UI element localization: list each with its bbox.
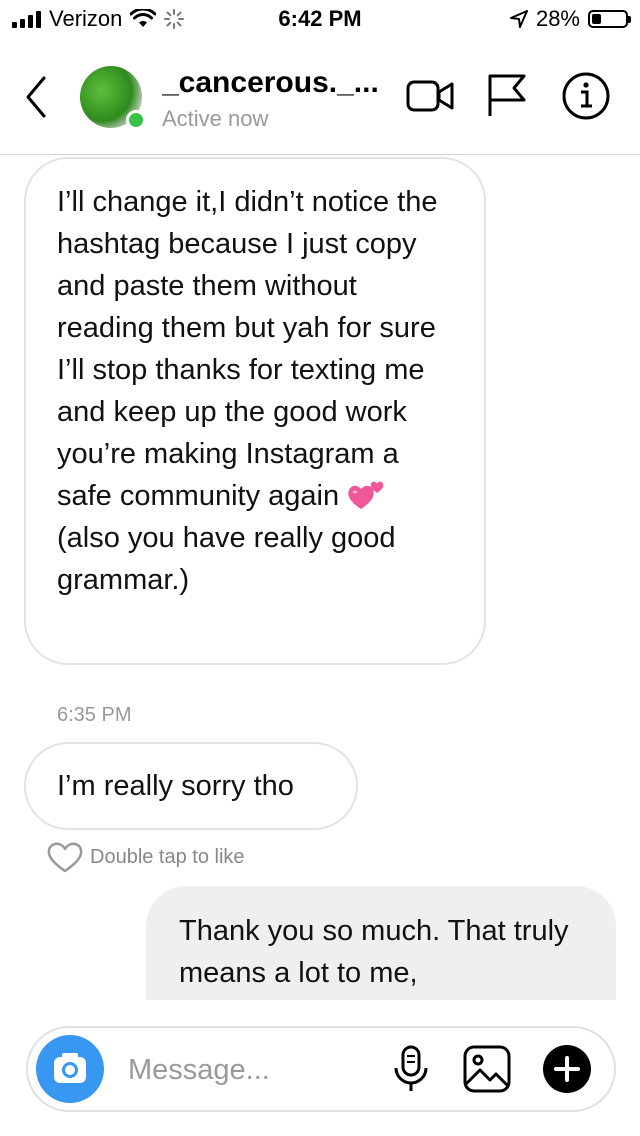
like-hint-text: Double tap to like <box>90 845 245 868</box>
message-bubble-incoming[interactable]: I’m really sorry tho <box>24 742 358 830</box>
battery-level-fill <box>592 14 601 24</box>
heart-outline-icon[interactable] <box>46 840 84 874</box>
contact-active-status: Active now <box>162 106 269 131</box>
video-call-icon[interactable] <box>404 70 456 122</box>
info-icon[interactable] <box>560 70 612 122</box>
message-text: I’m really sorry tho <box>57 770 294 802</box>
status-bar: Verizon 6:42 PM 28% <box>0 0 640 40</box>
status-right: 28% <box>509 6 631 32</box>
message-composer <box>26 1026 616 1112</box>
message-bubble-outgoing[interactable]: Thank you so much. That truly means a lo… <box>146 886 616 1000</box>
contact-avatar-wrap[interactable] <box>80 66 146 130</box>
microphone-icon[interactable] <box>386 1044 436 1094</box>
double-tap-like-hint[interactable]: Double tap to like <box>46 840 245 874</box>
location-arrow-icon <box>509 10 528 28</box>
message-text-continued: (also you have really good grammar.) <box>57 522 396 596</box>
gallery-icon[interactable] <box>462 1044 512 1094</box>
message-text: I’ll change it,I didn’t notice the hasht… <box>57 186 438 512</box>
battery-percent: 28% <box>535 6 580 31</box>
back-chevron-icon[interactable] <box>18 72 54 122</box>
chat-header: _cancerous._... Active now <box>0 40 640 155</box>
message-timestamp: 6:35 PM <box>57 704 132 726</box>
battery-icon <box>588 10 631 28</box>
online-status-dot <box>126 110 146 130</box>
message-text: Thank you so much. That truly means a lo… <box>179 915 569 989</box>
camera-icon[interactable] <box>36 1035 104 1103</box>
message-bubble-incoming[interactable]: I’ll change it,I didn’t notice the hasht… <box>24 157 486 665</box>
add-icon[interactable] <box>542 1044 592 1094</box>
camera-button[interactable] <box>36 1035 104 1103</box>
contact-name[interactable]: _cancerous._... <box>162 66 398 100</box>
message-input[interactable] <box>128 1048 388 1092</box>
two-hearts-emoji-icon <box>348 481 384 509</box>
flag-icon[interactable] <box>482 70 534 122</box>
